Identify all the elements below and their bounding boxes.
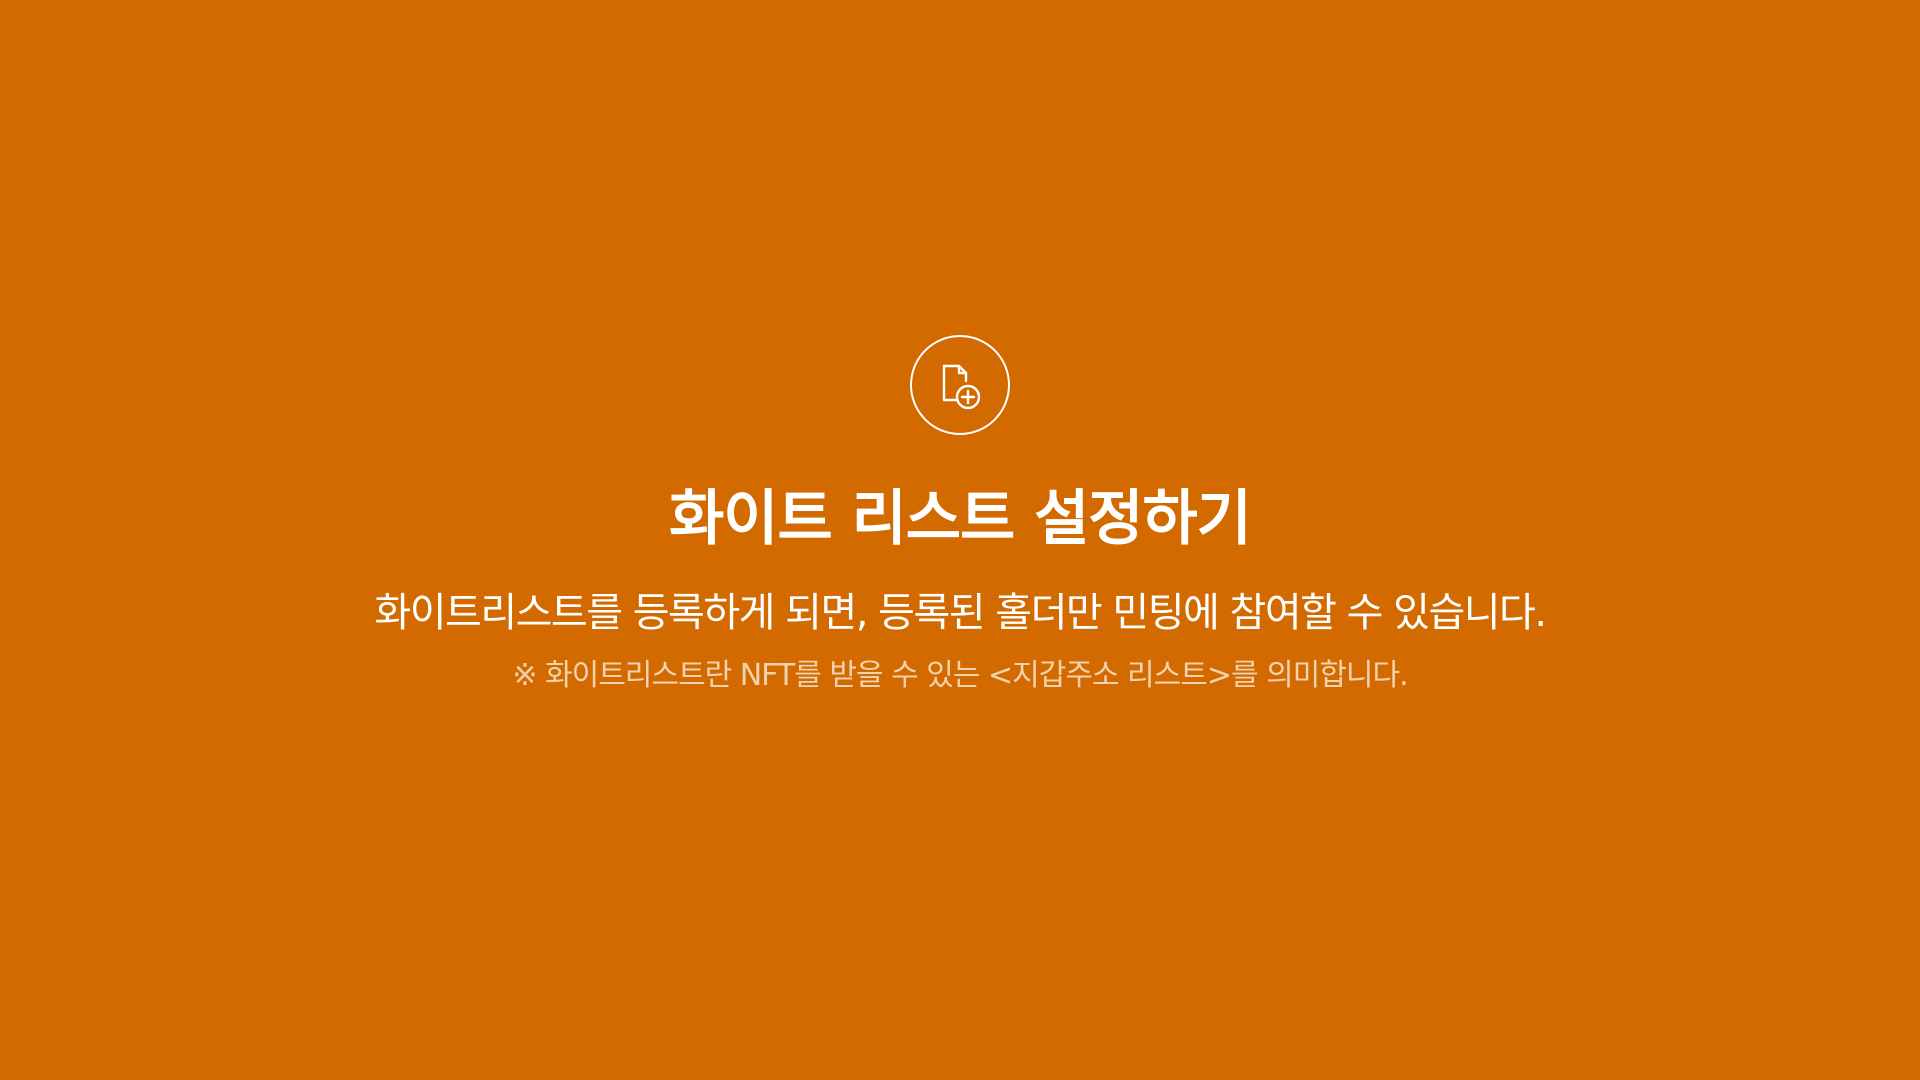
whitelist-empty-state: 화이트 리스트 설정하기 화이트리스트를 등록하게 되면, 등록된 홀더만 민팅… bbox=[0, 0, 1920, 1080]
file-add-icon bbox=[942, 364, 981, 410]
page-title: 화이트 리스트 설정하기 bbox=[669, 484, 1252, 554]
whitelist-note: ※ 화이트리스트란 NFT를 받을 수 있는 <지갑주소 리스트>를 의미합니다… bbox=[512, 658, 1408, 693]
whitelist-description: 화이트리스트를 등록하게 되면, 등록된 홀더만 민팅에 참여할 수 있습니다. bbox=[374, 590, 1547, 636]
add-whitelist-button[interactable] bbox=[910, 335, 1010, 435]
